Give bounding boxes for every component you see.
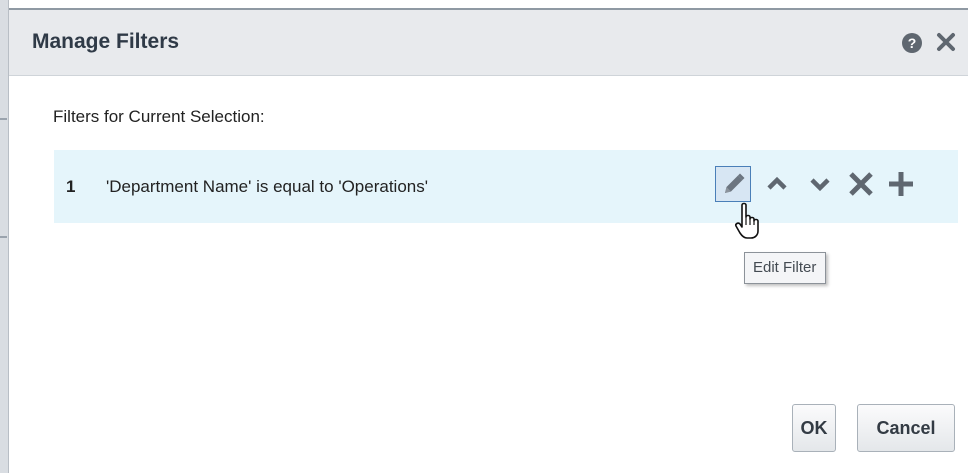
filter-expression: 'Department Name' is equal to 'Operation… bbox=[106, 177, 428, 196]
move-down-button[interactable] bbox=[802, 166, 838, 202]
dialog-header: Manage Filters ? bbox=[9, 10, 968, 76]
x-icon bbox=[843, 166, 879, 202]
chevron-up-icon bbox=[759, 166, 795, 202]
ok-button[interactable]: OK bbox=[792, 404, 836, 452]
divider bbox=[0, 236, 7, 238]
add-filter-button[interactable] bbox=[883, 166, 919, 202]
move-up-button[interactable] bbox=[759, 166, 795, 202]
filter-row[interactable]: 1 'Department Name' is equal to 'Operati… bbox=[54, 150, 958, 223]
edit-filter-button[interactable] bbox=[715, 166, 751, 202]
edit-filter-tooltip: Edit Filter bbox=[744, 252, 827, 284]
filters-section-label: Filters for Current Selection: bbox=[53, 107, 265, 126]
cancel-button[interactable]: Cancel bbox=[857, 404, 955, 452]
screen: Manage Filters ? Filters for Current Sel… bbox=[0, 0, 968, 475]
filter-number: 1 bbox=[66, 177, 76, 196]
plus-icon bbox=[883, 166, 919, 202]
dialog-title: Manage Filters bbox=[32, 30, 180, 53]
divider bbox=[0, 118, 7, 120]
manage-filters-dialog: Manage Filters ? Filters for Current Sel… bbox=[9, 8, 968, 475]
close-icon[interactable] bbox=[934, 30, 958, 54]
remove-filter-button[interactable] bbox=[843, 166, 879, 202]
pencil-icon bbox=[716, 167, 750, 201]
chevron-down-icon bbox=[802, 166, 838, 202]
help-icon[interactable]: ? bbox=[902, 33, 922, 53]
